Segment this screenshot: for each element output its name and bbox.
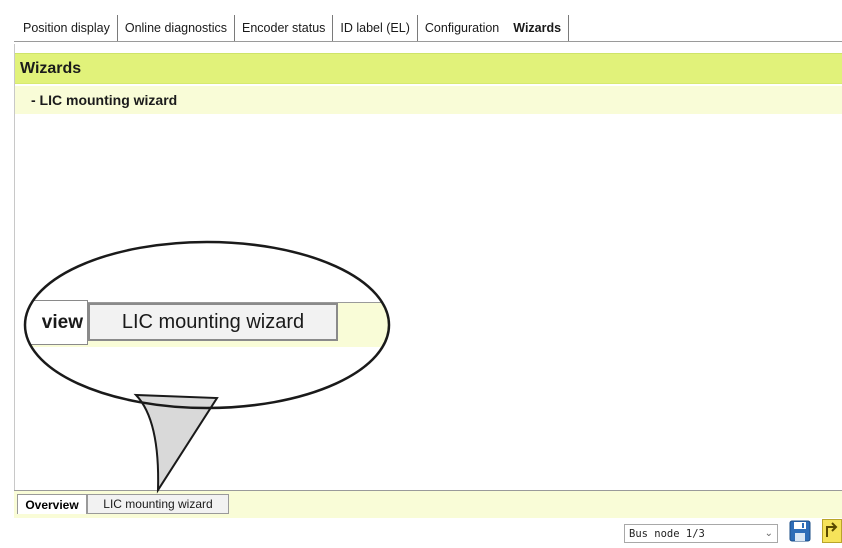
tab-divider [14,41,842,42]
tab-lic-mounting-wizard[interactable]: LIC mounting wizard [87,494,229,514]
zoom-overview-tab: view [25,300,88,345]
panel-subtitle: - LIC mounting wizard [15,86,842,114]
tab-online-diagnostics[interactable]: Online diagnostics [118,15,236,41]
save-button[interactable] [789,519,811,543]
tab-wizards[interactable]: Wizards [506,15,570,41]
tab-configuration[interactable]: Configuration [418,15,506,41]
panel-title: Wizards [15,53,842,84]
tab-overview[interactable]: Overview [17,494,87,514]
bottom-tab-strip: Overview LIC mounting wizard [14,490,842,518]
save-disk-icon [789,520,811,542]
return-arrow-icon [826,522,838,537]
tab-id-label[interactable]: ID label (EL) [333,15,418,41]
tab-encoder-status[interactable]: Encoder status [235,15,334,41]
bus-node-select[interactable]: Bus node 1/3 ⌄ [624,524,778,543]
return-button[interactable] [822,519,842,543]
bus-node-value: Bus node 1/3 [629,527,705,540]
top-tab-bar: Position display Online diagnostics Enco… [16,15,570,41]
tab-position-display[interactable]: Position display [16,15,118,41]
zoom-lic-tab: LIC mounting wizard [88,303,338,341]
chevron-down-icon: ⌄ [764,528,773,539]
